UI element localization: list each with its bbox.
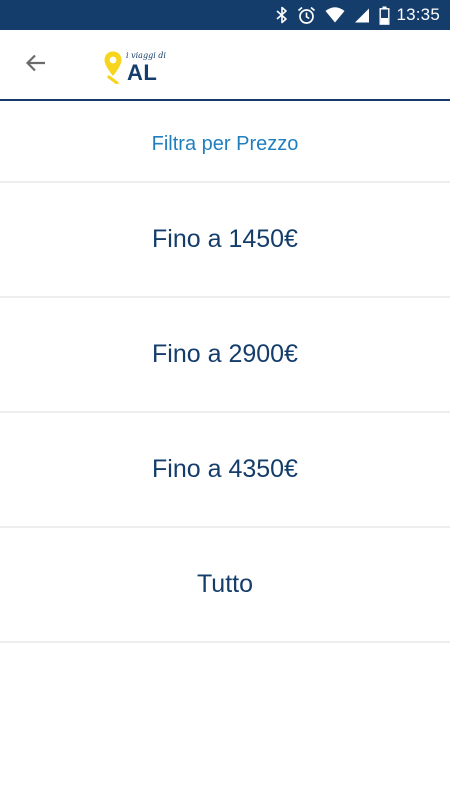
map-pin-icon xyxy=(103,50,123,89)
status-icons xyxy=(276,6,390,25)
option-label: Fino a 2900€ xyxy=(152,340,298,368)
price-option-1450[interactable]: Fino a 1450€ xyxy=(0,183,450,298)
price-option-2900[interactable]: Fino a 2900€ xyxy=(0,298,450,413)
battery-icon xyxy=(379,6,390,25)
option-label: Fino a 4350€ xyxy=(152,455,298,483)
signal-icon xyxy=(354,7,370,23)
price-option-all[interactable]: Tutto xyxy=(0,528,450,643)
status-time: 13:35 xyxy=(396,5,440,24)
logo-tagline: i viaggi di xyxy=(126,51,166,60)
back-button[interactable] xyxy=(14,43,58,87)
status-bar: 13:35 xyxy=(0,0,450,30)
option-label: Fino a 1450€ xyxy=(152,225,298,253)
option-label: Tutto xyxy=(196,570,254,598)
app-logo: i viaggi di AL xyxy=(103,50,167,86)
price-filter-options: Fino a 1450€ Fino a 2900€ Fino a 4350€ T… xyxy=(0,183,450,643)
wifi-icon xyxy=(325,7,345,23)
arrow-left-icon xyxy=(24,51,48,80)
app-bar: i viaggi di AL xyxy=(0,30,450,101)
alarm-icon xyxy=(297,6,316,25)
bluetooth-icon xyxy=(276,6,288,24)
filter-header: Filtra per Prezzo xyxy=(0,108,450,183)
logo-name: AL xyxy=(127,60,158,85)
price-option-4350[interactable]: Fino a 4350€ xyxy=(0,413,450,528)
filter-title: Filtra per Prezzo xyxy=(151,133,299,155)
